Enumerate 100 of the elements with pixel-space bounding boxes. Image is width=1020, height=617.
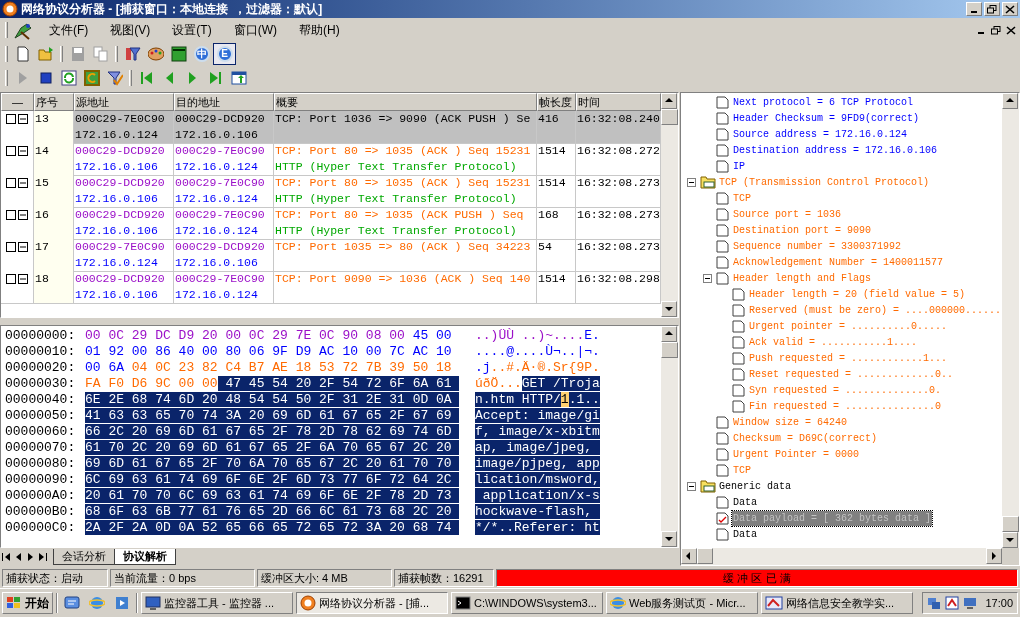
collapse-toggle[interactable] (18, 178, 28, 188)
row-checkbox[interactable] (6, 146, 16, 156)
taskbar-button[interactable]: 网络信息安全教学实... (761, 592, 913, 614)
minimize-button[interactable] (966, 2, 982, 16)
start-button[interactable]: 开始 (2, 592, 53, 614)
media-icon (114, 595, 130, 611)
arrow-up-icon (665, 97, 673, 105)
packet-row[interactable]: 15 000C29-DCD920 172.16.0.106 000C29-7E0C90 172.16.0.124 TCP: Port 80 => 1035 (ACK ) Seq 15231 HTTP (Hyper Text Transfer Protocol) 1514 16:32:08.273 (1, 175, 661, 207)
collapse-toggle[interactable] (18, 242, 28, 252)
packet-row[interactable]: 17 000C29-7E0C90 172.16.0.124 000C29-DCD920 172.16.0.106 TCP: Port 1035 => 80 (ACK ) Seq 34223 54 16:32:08.273 (1, 239, 661, 271)
arrow-right-icon (990, 552, 998, 560)
maximize-button[interactable] (984, 2, 1000, 16)
ascii-text: n.htm HTTP/1.1.. (475, 392, 600, 408)
row-checkbox[interactable] (6, 114, 16, 124)
row-checkbox[interactable] (6, 178, 16, 188)
child-restore-button[interactable] (989, 23, 1003, 37)
minimize-icon (978, 32, 984, 34)
scroll-thumb[interactable] (1002, 516, 1019, 532)
row-checkbox[interactable] (6, 210, 16, 220)
menu-item[interactable]: 窗口(W) (233, 21, 277, 39)
scroll-thumb[interactable] (661, 109, 678, 125)
row-checkbox[interactable] (6, 274, 16, 284)
menu-item[interactable]: 视图(V) (110, 21, 151, 39)
packet-row[interactable]: 13 000C29-7E0C90 172.16.0.124 000C29-DCD920 172.16.0.106 TCP: Port 1036 => 9090 (ACK PUSH ) Se 416 16:32:08.240 (1, 111, 661, 143)
scroll-down-button[interactable] (661, 531, 677, 547)
scrollbar[interactable] (1002, 93, 1019, 548)
menu-item[interactable]: 文件(F) (49, 21, 89, 39)
arrow-up-icon (1006, 97, 1014, 105)
tree-item[interactable]: Data (731, 526, 758, 542)
ascii-text: hockwave-flash, (475, 504, 600, 520)
taskbar-button[interactable]: 监控器工具 - 监控器 ... (141, 592, 293, 614)
status-text: 当前流量：0 bps (110, 569, 255, 587)
table-cell-text: HTTP (Hyper Text Transfer Protocol) (275, 223, 518, 239)
tree-item[interactable]: Destination address = 172.16.0.106 (731, 142, 938, 158)
collapse-toggle[interactable] (18, 210, 28, 220)
shield-tray-icon (945, 596, 960, 610)
minus-icon (20, 148, 26, 154)
minus-icon (20, 276, 26, 282)
scroll-left-button[interactable] (680, 548, 697, 564)
filter-icon (124, 46, 141, 62)
horizontal-scrollbar[interactable] (680, 548, 1019, 565)
collapse-toggle[interactable] (702, 273, 712, 283)
tab-last-icon[interactable] (37, 552, 48, 562)
page-icon (731, 319, 746, 333)
globe-icon (610, 595, 626, 611)
packet-row[interactable]: 14 000C29-DCD920 172.16.0.106 000C29-7E0C90 172.16.0.124 TCP: Port 80 => 1035 (ACK ) Seq 15231 HTTP (Hyper Text Transfer Protocol) 1514 16:32:08.272 (1, 143, 661, 175)
menu-item[interactable]: 帮助(H) (299, 21, 340, 39)
minus-icon (20, 116, 26, 122)
tree-item[interactable]: Next protocol = 6 TCP Protocol (731, 94, 914, 110)
skip-end-icon (209, 71, 222, 85)
close-button[interactable] (1002, 2, 1018, 16)
menu-item[interactable]: 设置(T) (172, 21, 212, 39)
collapse-toggle[interactable] (686, 177, 696, 187)
column-header[interactable]: 序号 (34, 93, 74, 111)
hex-offset: 00000020: (5, 360, 77, 376)
table-cell-text: 172.16.0.106 (75, 223, 159, 239)
scrollbar[interactable] (661, 93, 678, 317)
column-header[interactable]: 目的地址 (174, 93, 274, 111)
scroll-up-button[interactable] (1002, 93, 1018, 109)
view-tab[interactable]: 会话分析 (53, 549, 115, 565)
scroll-down-button[interactable] (661, 301, 677, 317)
tree-item[interactable]: Header Checksum = 9FD9(correct) (731, 110, 920, 126)
tree-item[interactable]: IP (731, 158, 746, 174)
page-icon (731, 351, 746, 365)
table-cell-text: 000C29-DCD920 (75, 175, 166, 191)
view-tab[interactable]: 协议解析 (114, 549, 176, 565)
taskbar-button[interactable]: C:\WINDOWS\system3... (451, 592, 603, 614)
table-cell-text: 000C29-7E0C90 (175, 271, 266, 287)
taskbar-button[interactable]: 网络协议分析器 - [捕... (296, 592, 448, 614)
tab-first-icon[interactable] (1, 552, 12, 562)
packet-row[interactable]: 16 000C29-DCD920 172.16.0.106 000C29-7E0C90 172.16.0.124 TCP: Port 80 => 1035 (ACK PUSH ) Seq HTTP (Hyper Text Transfer Protocol) 168 16:32:08.273 (1, 207, 661, 239)
scroll-up-button[interactable] (661, 326, 677, 342)
child-close-button[interactable] (1004, 23, 1018, 37)
column-header[interactable]: — (1, 93, 34, 111)
collapse-toggle[interactable] (18, 114, 28, 124)
scroll-right-button[interactable] (986, 548, 1002, 564)
tree-item[interactable]: Generic data (717, 478, 792, 494)
table-cell: 1514 (538, 144, 566, 157)
page-icon (715, 223, 730, 237)
tree-item[interactable]: Source address = 172.16.0.124 (731, 126, 908, 142)
scroll-up-button[interactable] (661, 93, 677, 109)
page-icon (715, 271, 730, 285)
column-header[interactable]: 帧长度 (537, 93, 576, 111)
scrollbar[interactable] (661, 326, 678, 547)
ascii-text: .j..#.Ä·®.Sr{9P. (475, 360, 600, 376)
column-header[interactable]: 源地址 (74, 93, 174, 111)
collapse-toggle[interactable] (686, 481, 696, 491)
taskbar-button[interactable]: Web服务测试页 - Micr... (606, 592, 758, 614)
column-header[interactable]: 概要 (274, 93, 537, 111)
row-checkbox[interactable] (6, 242, 16, 252)
language-button[interactable]: E (213, 43, 236, 65)
collapse-toggle[interactable] (18, 274, 28, 284)
collapse-toggle[interactable] (18, 146, 28, 156)
tree-item[interactable]: Data (731, 494, 758, 510)
desktop-icon (64, 595, 80, 611)
monitor-icon (145, 595, 161, 611)
column-header[interactable]: 时间 (576, 93, 661, 111)
scroll-thumb[interactable] (661, 342, 678, 358)
scroll-down-button[interactable] (1002, 532, 1018, 548)
packet-row[interactable]: 18 000C29-DCD920 172.16.0.106 000C29-7E0C90 172.16.0.124 TCP: Port 9090 => 1036 (ACK ) Seq 140 1514 16:32:08.298 (1, 271, 661, 303)
